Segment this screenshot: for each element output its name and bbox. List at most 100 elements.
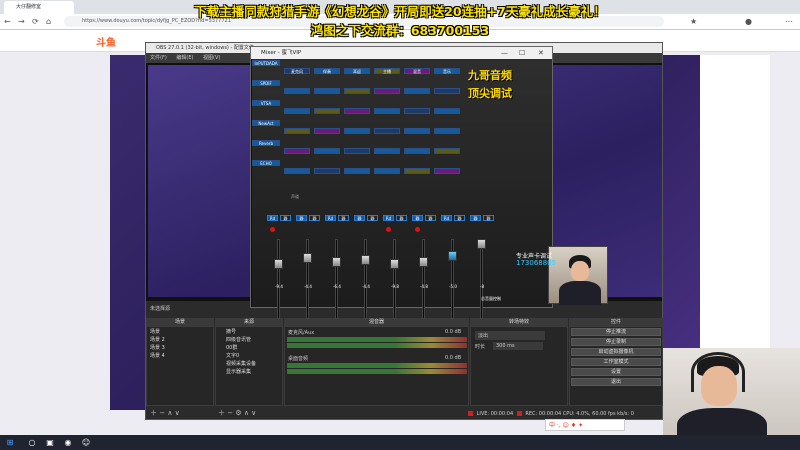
source-item[interactable]: 文字0 — [226, 353, 239, 360]
settings-button[interactable]: 设置 — [571, 368, 661, 376]
fader-knob[interactable] — [332, 257, 341, 267]
routing-cell[interactable] — [284, 148, 310, 154]
profile-icon[interactable]: ● — [745, 17, 752, 27]
channel-mode-button[interactable]: 静 — [296, 215, 307, 221]
menu-file[interactable]: 文件(F) — [150, 55, 167, 61]
routing-cell[interactable] — [404, 148, 430, 154]
forward-icon[interactable]: → — [18, 17, 25, 27]
taskbar-app[interactable]: ☺ — [80, 437, 92, 448]
routing-cell[interactable]: 伴奏 — [314, 68, 340, 74]
routing-cell[interactable]: 混音 — [404, 68, 430, 74]
channel-mode-button[interactable]: Rd — [325, 215, 336, 221]
channel-mode-button[interactable]: Rd — [441, 215, 452, 221]
channel-mute-button[interactable]: 静 — [338, 215, 349, 221]
routing-cell[interactable]: 麦克风 — [284, 68, 310, 74]
routing-cell[interactable]: 主播 — [374, 68, 400, 74]
taskbar-app[interactable]: ▣ — [44, 437, 56, 448]
site-logo[interactable]: 斗鱼 — [96, 34, 116, 49]
routing-cell[interactable] — [404, 128, 430, 134]
record-arm-icon[interactable] — [270, 227, 275, 232]
routing-cell[interactable] — [374, 128, 400, 134]
routing-cell[interactable] — [314, 88, 340, 94]
scene-item[interactable]: 场景 3 — [150, 345, 165, 352]
channel-mode-button[interactable]: 静 — [412, 215, 423, 221]
channel-mode-button[interactable]: 静 — [354, 215, 365, 221]
fader-knob[interactable] — [361, 255, 370, 265]
scene-item[interactable]: 场景 — [150, 329, 160, 336]
stop-streaming-button[interactable]: 停止推流 — [571, 328, 661, 336]
fader-knob[interactable] — [274, 259, 283, 269]
routing-cell[interactable] — [284, 108, 310, 114]
scene-item[interactable]: 场景 4 — [150, 353, 165, 360]
routing-cell[interactable] — [284, 88, 310, 94]
routing-cell[interactable] — [404, 108, 430, 114]
fader-knob[interactable] — [419, 257, 428, 267]
exit-button[interactable]: 退出 — [571, 378, 661, 386]
fader-knob[interactable] — [390, 259, 399, 269]
channel-mute-button[interactable]: 静 — [396, 215, 407, 221]
routing-cell[interactable] — [344, 88, 370, 94]
record-arm-icon[interactable] — [415, 227, 420, 232]
menu-icon[interactable]: ⋯ — [785, 17, 793, 27]
routing-cell[interactable] — [344, 108, 370, 114]
routing-cell[interactable] — [314, 148, 340, 154]
scene-item[interactable]: 场景 2 — [150, 337, 165, 344]
routing-cell[interactable] — [374, 148, 400, 154]
duration-input[interactable]: 300 ms — [493, 342, 543, 350]
scene-toolbar[interactable]: ＋ − ∧ ∨ — [150, 408, 180, 418]
record-arm-icon[interactable] — [386, 227, 391, 232]
routing-cell[interactable] — [344, 168, 370, 174]
star-icon[interactable]: ★ — [690, 17, 697, 27]
routing-cell[interactable] — [374, 168, 400, 174]
ime-toolbar[interactable]: 中 ·, ☺ ♦ ✦ — [545, 419, 625, 431]
routing-cell[interactable] — [284, 128, 310, 134]
source-item[interactable]: 摘号 — [226, 329, 236, 336]
taskbar-app[interactable]: ◉ — [62, 437, 74, 448]
routing-cell[interactable] — [434, 108, 460, 114]
routing-cell[interactable] — [434, 88, 460, 94]
studio-mode-button[interactable]: 工作室模式 — [571, 358, 661, 366]
minimize-icon[interactable]: — — [501, 48, 508, 58]
routing-cell[interactable] — [374, 88, 400, 94]
maximize-icon[interactable]: ☐ — [519, 48, 525, 58]
menu-view[interactable]: 视图(V) — [203, 55, 220, 61]
home-icon[interactable]: ⌂ — [46, 17, 51, 27]
refresh-icon[interactable]: ⟳ — [32, 17, 39, 27]
routing-cell[interactable] — [434, 128, 460, 134]
channel-mute-button[interactable]: 静 — [309, 215, 320, 221]
taskbar-app[interactable]: ○ — [26, 437, 38, 448]
routing-cell[interactable] — [374, 108, 400, 114]
channel-mode-button[interactable]: Rd — [267, 215, 278, 221]
transition-select[interactable]: 淡出 — [475, 331, 545, 340]
virtual-camera-button[interactable]: 启动虚拟摄像机 — [571, 348, 661, 356]
menu-edit[interactable]: 编辑(E) — [176, 55, 193, 61]
close-icon[interactable]: ✕ — [538, 48, 544, 58]
routing-cell[interactable] — [314, 168, 340, 174]
channel-mode-button[interactable]: 静 — [470, 215, 481, 221]
channel-mute-button[interactable]: 静 — [367, 215, 378, 221]
source-item[interactable]: 00群 — [226, 345, 237, 352]
start-icon[interactable]: ⊞ — [4, 437, 16, 448]
routing-cell[interactable] — [314, 108, 340, 114]
browser-tab[interactable]: 大仔翻修室 — [4, 1, 74, 14]
channel-mode-button[interactable]: Rd — [383, 215, 394, 221]
channel-mute-button[interactable]: 静 — [454, 215, 465, 221]
routing-cell[interactable] — [344, 148, 370, 154]
back-icon[interactable]: ← — [4, 17, 11, 27]
routing-cell[interactable] — [404, 168, 430, 174]
fader-knob[interactable] — [448, 251, 457, 261]
source-item[interactable]: 四级音讯管 — [226, 337, 251, 344]
routing-cell[interactable] — [434, 148, 460, 154]
routing-cell[interactable] — [404, 88, 430, 94]
routing-cell[interactable]: 耳返 — [344, 68, 370, 74]
source-item[interactable]: 视频采集设备 — [226, 361, 256, 368]
routing-cell[interactable] — [434, 168, 460, 174]
channel-mute-button[interactable]: 静 — [483, 215, 494, 221]
channel-mute-button[interactable]: 静 — [425, 215, 436, 221]
routing-cell[interactable] — [314, 128, 340, 134]
routing-cell[interactable] — [284, 168, 310, 174]
stop-recording-button[interactable]: 停止录制 — [571, 338, 661, 346]
source-toolbar[interactable]: ＋ − ⚙ ∧ ∨ — [218, 408, 256, 418]
routing-cell[interactable]: 音乐 — [434, 68, 460, 74]
fader-knob[interactable] — [303, 253, 312, 263]
